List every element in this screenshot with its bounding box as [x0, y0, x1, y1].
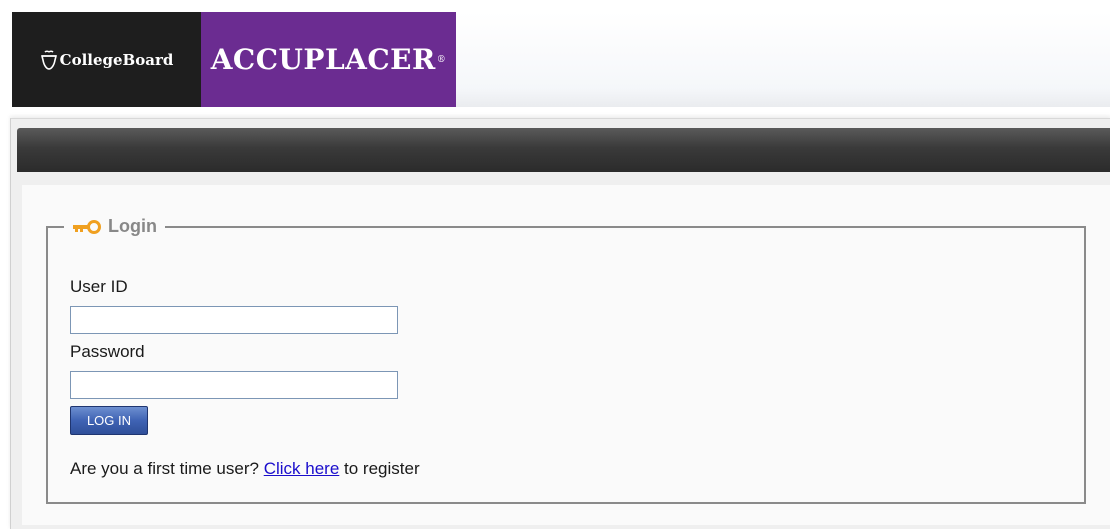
page: CollegeBoard ACCUPLACER ® Login User ID P… [0, 0, 1110, 529]
login-button[interactable]: LOG IN [70, 406, 148, 435]
login-legend: Login [64, 216, 165, 237]
register-prefix: Are you a first time user? [70, 459, 259, 478]
registered-mark: ® [436, 54, 447, 65]
nav-bar [17, 128, 1110, 172]
password-input[interactable] [70, 371, 398, 399]
register-suffix: to register [344, 459, 420, 478]
register-line: Are you a first time user? Click here to… [70, 459, 420, 479]
accuplacer-logo: ACCUPLACER ® [201, 12, 456, 107]
accuplacer-text: ACCUPLACER [210, 43, 436, 76]
key-icon [73, 219, 101, 234]
collegeboard-logo: CollegeBoard [12, 12, 201, 107]
login-legend-text: Login [108, 216, 157, 236]
header-logo: CollegeBoard ACCUPLACER ® [12, 12, 456, 107]
header-background [456, 12, 1110, 107]
acorn-icon [40, 49, 57, 70]
collegeboard-text: CollegeBoard [59, 50, 174, 69]
user-id-input[interactable] [70, 306, 398, 334]
register-link[interactable]: Click here [264, 459, 340, 478]
user-id-label: User ID [70, 277, 128, 296]
password-label: Password [70, 342, 145, 361]
